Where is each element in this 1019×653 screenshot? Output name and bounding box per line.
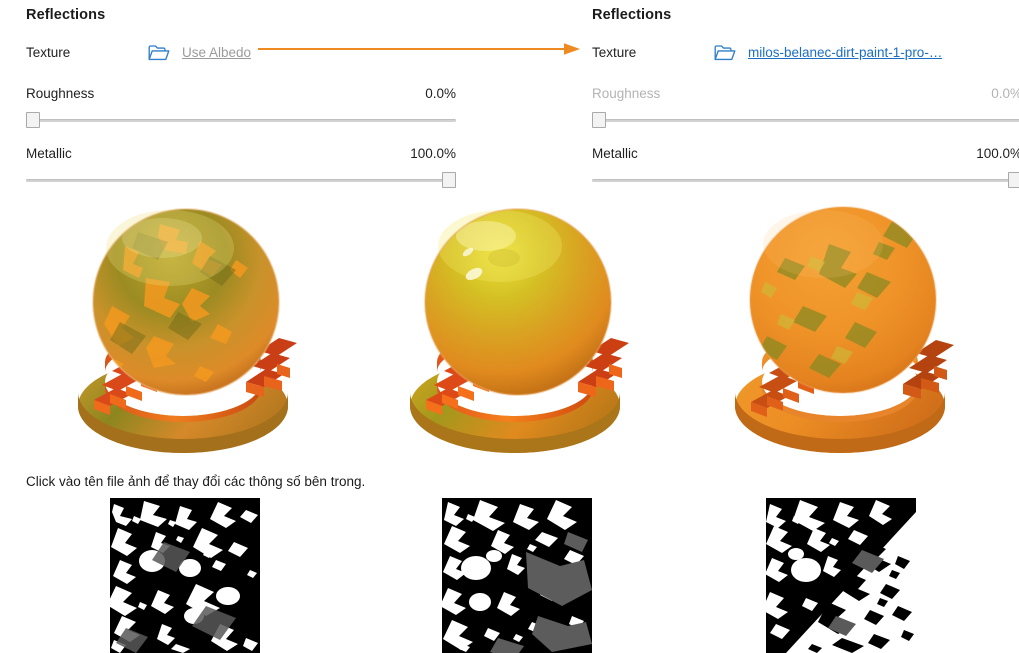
roughness-slider-left[interactable] <box>26 112 456 128</box>
roughness-map-image <box>110 498 260 653</box>
roughness-map-image <box>766 498 916 653</box>
roughness-slider-right[interactable] <box>592 112 1019 128</box>
metallic-label-left: Metallic <box>26 145 72 163</box>
roughness-map-3[interactable] <box>766 498 916 653</box>
material-preview-matte-orange[interactable] <box>707 196 977 460</box>
metallic-value-left: 100.0% <box>410 146 456 161</box>
material-editor-screenshot: Reflections Texture Use Albedo Roughness… <box>0 0 1019 653</box>
texture-label-left: Texture <box>26 44 148 62</box>
instruction-caption: Click vào tên file ảnh để thay đổi các t… <box>26 473 365 491</box>
texture-map-thumbnails <box>0 498 1019 653</box>
metallic-slider-left[interactable] <box>26 172 456 188</box>
metallic-value-right: 100.0% <box>976 146 1019 161</box>
roughness-row-right: Roughness 0.0% <box>592 85 1019 128</box>
roughness-value-right: 0.0% <box>991 86 1019 101</box>
metallic-row-left: Metallic 100.0% <box>26 145 456 188</box>
slider-thumb[interactable] <box>1008 172 1019 188</box>
reflections-panel-left: Reflections Texture Use Albedo Roughness… <box>26 0 456 188</box>
texture-file-link-left[interactable]: Use Albedo <box>182 44 251 62</box>
render-previews <box>0 196 1019 460</box>
roughness-label-left: Roughness <box>26 85 94 103</box>
roughness-label-right: Roughness <box>592 85 660 103</box>
page-title-right: Reflections <box>592 6 1019 24</box>
folder-open-icon[interactable] <box>148 44 170 62</box>
texture-row-left: Texture Use Albedo <box>26 38 456 68</box>
roughness-map-1[interactable] <box>110 498 260 653</box>
roughness-map-image <box>442 498 592 653</box>
slider-track <box>592 119 1019 122</box>
slider-track <box>26 119 456 122</box>
texture-file-link-right[interactable]: milos-belanec-dirt-paint-1-pro-… <box>748 44 942 62</box>
reflections-panel-right: Reflections Texture milos-belanec-dirt-p… <box>592 0 1019 188</box>
slider-thumb[interactable] <box>592 112 606 128</box>
metallic-row-right: Metallic 100.0% <box>592 145 1019 188</box>
material-preview-rough-textured[interactable] <box>50 196 320 460</box>
metallic-slider-right[interactable] <box>592 172 1019 188</box>
slider-thumb[interactable] <box>26 112 40 128</box>
slider-track <box>26 179 456 182</box>
roughness-map-2[interactable] <box>442 498 592 653</box>
slider-thumb[interactable] <box>442 172 456 188</box>
page-title-left: Reflections <box>26 6 456 24</box>
metallic-label-right: Metallic <box>592 145 638 163</box>
texture-label-right: Texture <box>592 44 714 62</box>
roughness-value-left: 0.0% <box>425 86 456 101</box>
texture-row-right: Texture milos-belanec-dirt-paint-1-pro-… <box>592 38 1019 68</box>
slider-track <box>592 179 1019 182</box>
folder-open-icon[interactable] <box>714 44 736 62</box>
roughness-row-left: Roughness 0.0% <box>26 85 456 128</box>
material-preview-smooth-metal[interactable] <box>382 196 652 460</box>
